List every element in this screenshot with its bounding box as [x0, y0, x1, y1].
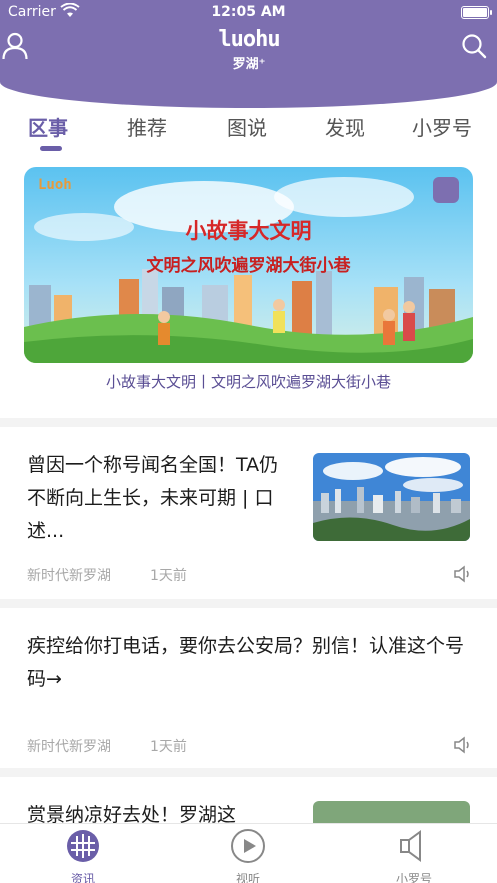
- app-logo: luohu 罗湖⁺: [210, 27, 288, 73]
- article-source: 新时代新罗湖: [27, 568, 111, 584]
- tabbar-label: 视听: [235, 872, 260, 883]
- list-item[interactable]: 曾因一个称号闻名全国！TA仍不断向上生长，未来可期 | 口述... 新时代新罗湖…: [0, 427, 497, 599]
- tabbar-xiaoluohao[interactable]: 小罗号: [374, 828, 454, 883]
- tab-xiaoluohao[interactable]: 小罗号: [412, 112, 472, 141]
- banner-image[interactable]: Luoh 小故事大文明 文明之风吹遍罗湖大街小巷: [24, 167, 473, 363]
- tabbar-video[interactable]: 视听: [208, 828, 288, 883]
- tab-tuijian[interactable]: 推荐: [127, 112, 167, 141]
- tab-tushuo[interactable]: 图说: [227, 112, 267, 141]
- tab-faxian[interactable]: 发现: [325, 112, 365, 141]
- city-skyline-image: [313, 453, 470, 541]
- article-thumbnail[interactable]: [313, 453, 470, 541]
- article-title[interactable]: 曾因一个称号闻名全国！TA仍不断向上生长，未来可期 | 口述...: [27, 449, 297, 548]
- user-icon[interactable]: [2, 32, 28, 64]
- speaker-icon[interactable]: [453, 565, 473, 587]
- tab-quji[interactable]: 区事: [28, 112, 68, 141]
- status-bar: Carrier 12:05 AM: [0, 0, 497, 26]
- tabbar-news[interactable]: 资讯: [43, 828, 123, 883]
- status-time: 12:05 AM: [211, 4, 286, 20]
- globe-icon: [65, 830, 101, 868]
- search-icon[interactable]: [461, 33, 487, 63]
- category-tabs: 区事 推荐 图说 发现 小罗号: [0, 112, 497, 156]
- banner-badge-icon: [433, 177, 459, 203]
- speaker-icon: [396, 830, 432, 868]
- app-header: Carrier 12:05 AM luohu 罗湖⁺: [0, 0, 497, 108]
- banner-title: 小故事大文明: [185, 219, 312, 243]
- article-title[interactable]: 赏景纳凉好去处！罗湖这: [27, 799, 297, 823]
- logo-mark: luohu: [218, 27, 280, 52]
- article-source: 新时代新罗湖: [27, 739, 111, 755]
- list-item[interactable]: 疾控给你打电话，要你去公安局？别信！认准这个号码→ 新时代新罗湖 1天前: [0, 608, 497, 768]
- banner-logo: Luoh: [38, 177, 72, 193]
- list-item[interactable]: 赏景纳凉好去处！罗湖这: [0, 777, 497, 823]
- play-icon: [230, 829, 266, 868]
- logo-subtitle: 罗湖⁺: [232, 57, 266, 72]
- article-thumbnail[interactable]: [313, 801, 470, 823]
- banner-subtitle: 文明之风吹遍罗湖大街小巷: [146, 256, 351, 276]
- banner-caption[interactable]: 小故事大文明丨文明之风吹遍罗湖大街小巷: [0, 371, 497, 392]
- tabbar-label: 资讯: [70, 872, 95, 883]
- article-time: 1天前: [150, 739, 187, 755]
- tabbar-label: 小罗号: [395, 872, 432, 883]
- bottom-tab-bar: 资讯 视听 小罗号: [0, 823, 497, 883]
- article-time: 1天前: [150, 568, 187, 584]
- active-tab-indicator: [40, 146, 62, 151]
- speaker-icon[interactable]: [453, 736, 473, 758]
- section-divider: [0, 599, 497, 608]
- battery-icon: [461, 6, 492, 19]
- section-divider: [0, 768, 497, 777]
- section-divider: [0, 418, 497, 427]
- article-title[interactable]: 疾控给你打电话，要你去公安局？别信！认准这个号码→: [27, 630, 472, 696]
